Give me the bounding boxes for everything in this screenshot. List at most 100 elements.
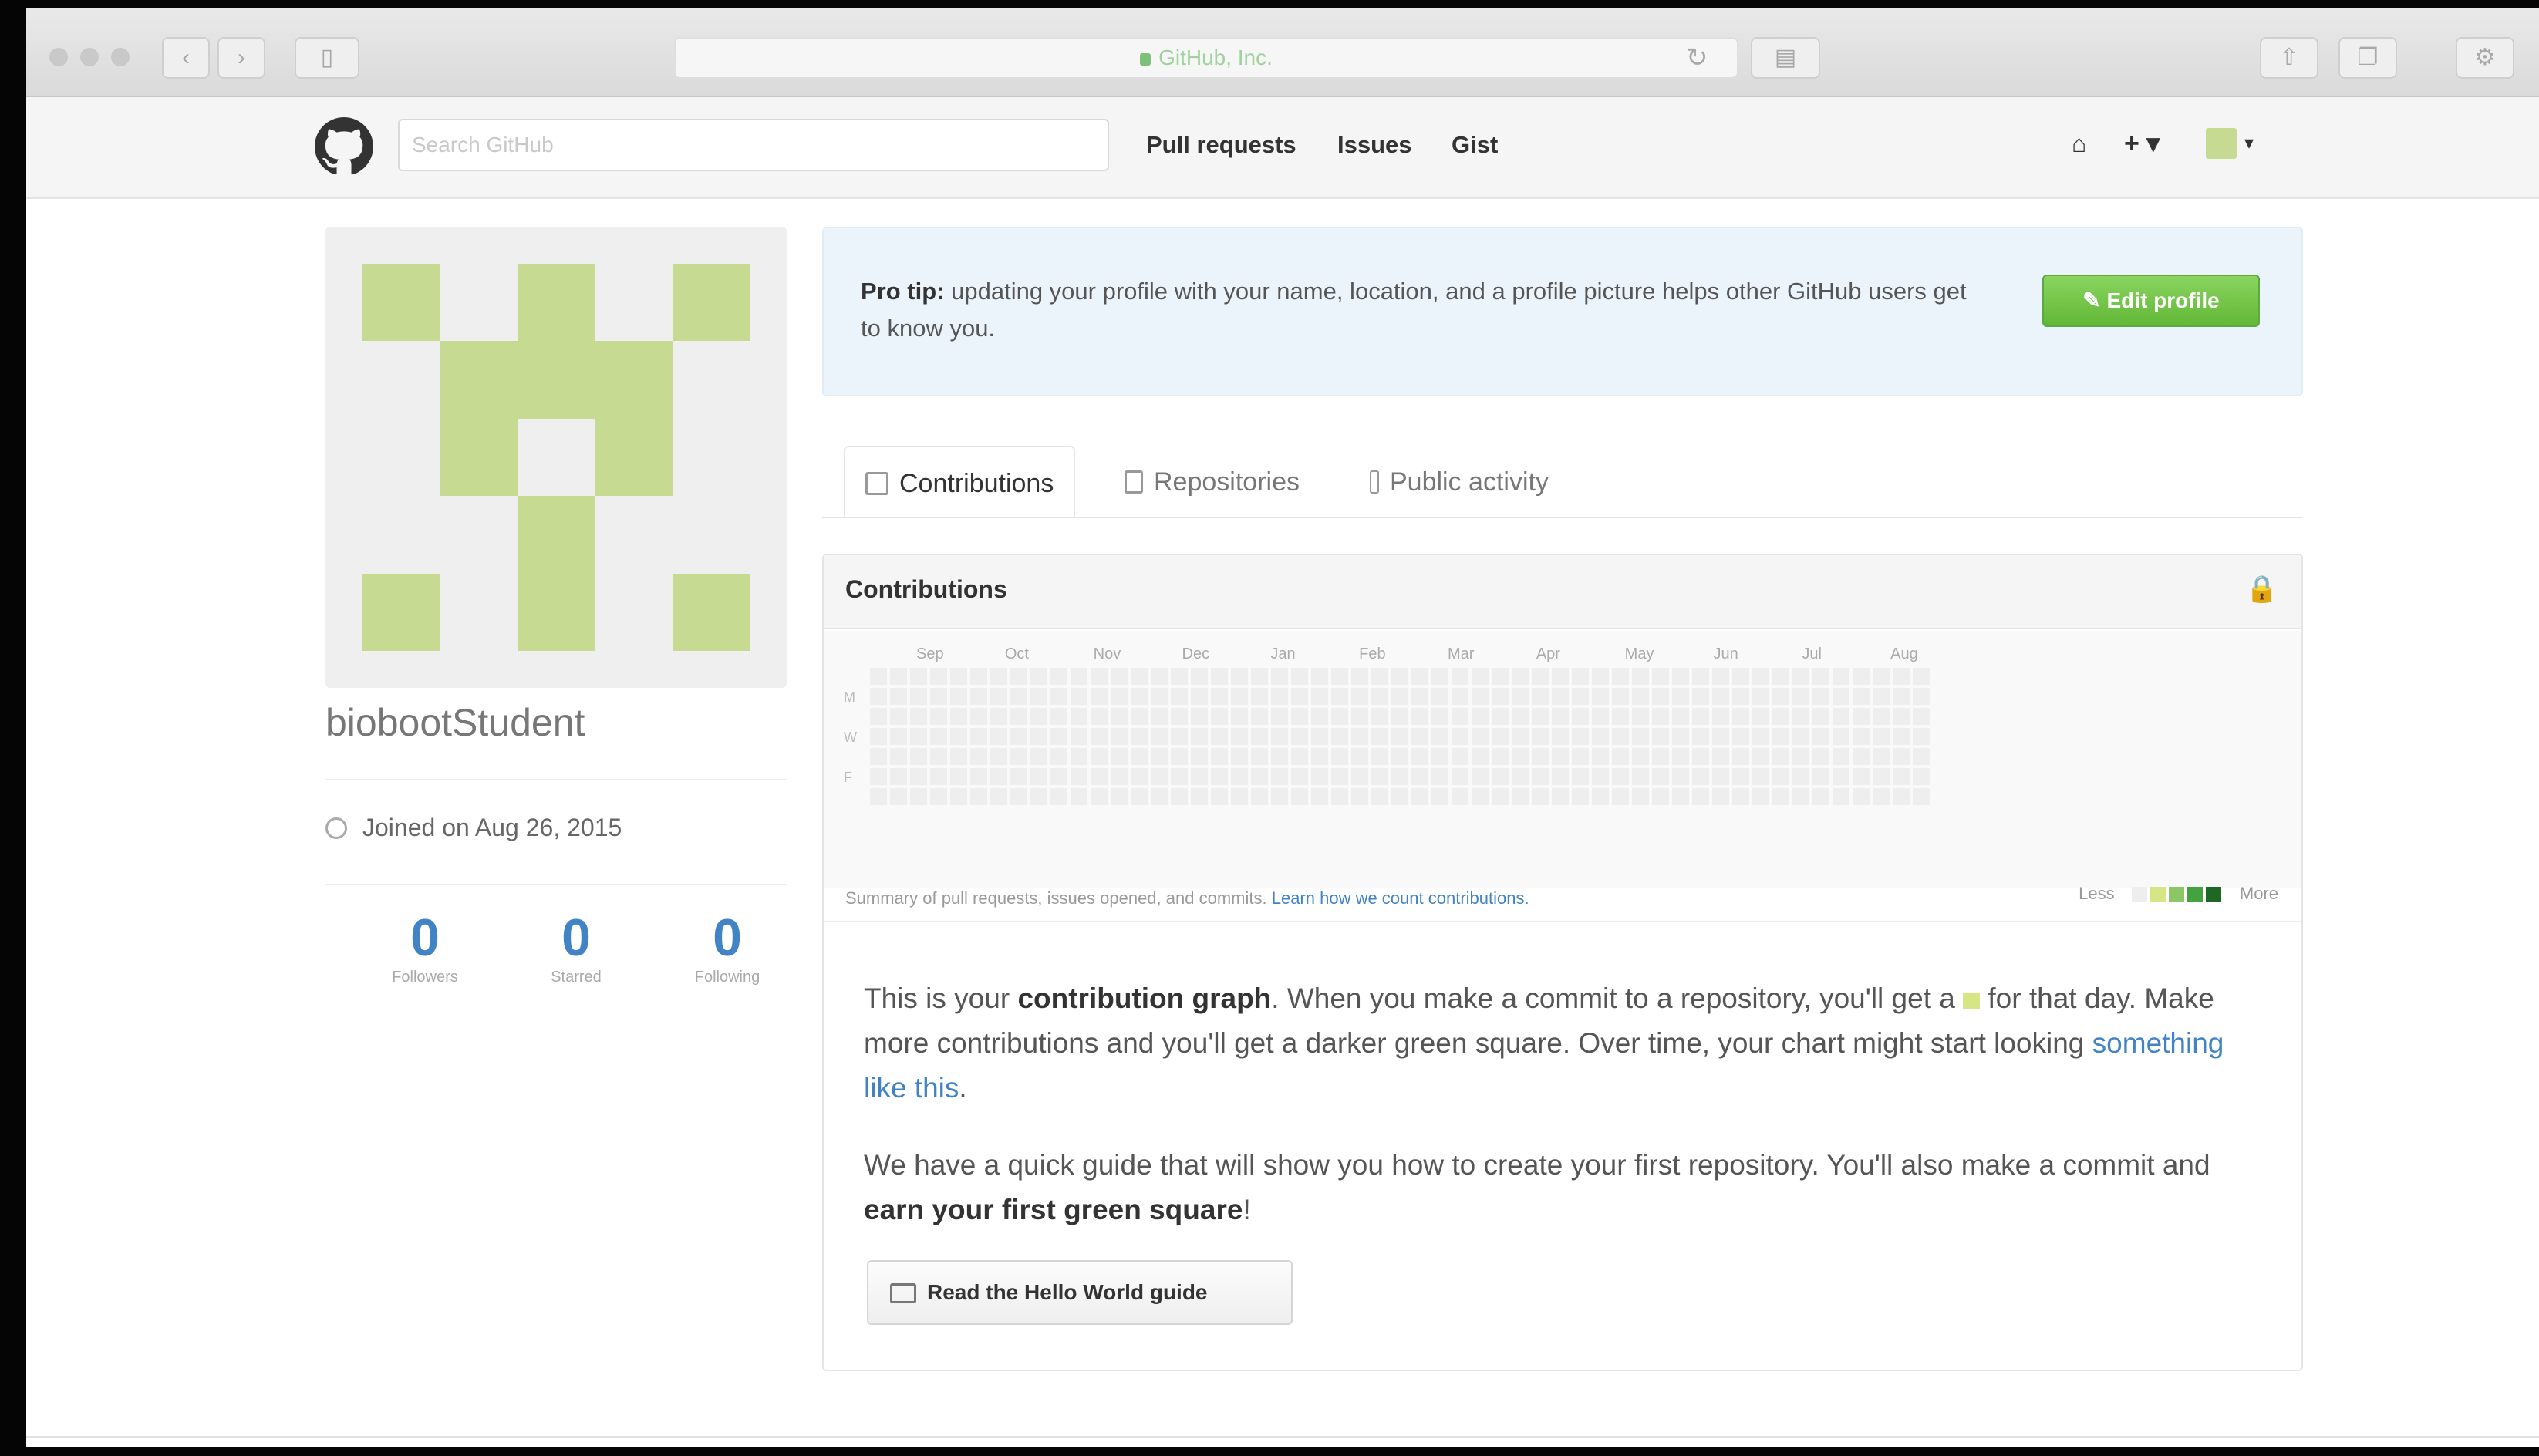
contribution-day[interactable] <box>990 668 1007 685</box>
contribution-day[interactable] <box>1331 728 1348 745</box>
contribution-day[interactable] <box>1111 748 1128 765</box>
contribution-day[interactable] <box>1652 728 1669 745</box>
contribution-day[interactable] <box>930 768 947 785</box>
contribution-day[interactable] <box>1251 748 1268 765</box>
contribution-day[interactable] <box>1873 708 1890 725</box>
contribution-day[interactable] <box>930 728 947 745</box>
contribution-day[interactable] <box>1772 768 1789 785</box>
contribution-day[interactable] <box>1752 728 1769 745</box>
contribution-day[interactable] <box>1913 768 1930 785</box>
contribution-day[interactable] <box>1171 688 1188 705</box>
contribution-day[interactable] <box>1532 748 1549 765</box>
contribution-day[interactable] <box>1532 688 1549 705</box>
contribution-day[interactable] <box>1071 668 1087 685</box>
contribution-day[interactable] <box>1091 788 1108 805</box>
following-stat[interactable]: 0 Following <box>669 910 785 986</box>
contribution-day[interactable] <box>1472 748 1489 765</box>
contribution-day[interactable] <box>1091 768 1108 785</box>
contribution-day[interactable] <box>1833 688 1849 705</box>
contribution-day[interactable] <box>1552 748 1569 765</box>
contribution-day[interactable] <box>930 708 947 725</box>
contribution-day[interactable] <box>1913 728 1930 745</box>
contribution-day[interactable] <box>930 788 947 805</box>
contribution-day[interactable] <box>1311 748 1328 765</box>
nav-pull-requests[interactable]: Pull requests <box>1146 131 1296 159</box>
contribution-day[interactable] <box>1171 788 1188 805</box>
contribution-day[interactable] <box>1672 668 1689 685</box>
contribution-day[interactable] <box>1371 728 1388 745</box>
contribution-day[interactable] <box>870 668 887 685</box>
contribution-day[interactable] <box>1913 668 1930 685</box>
contribution-day[interactable] <box>1592 708 1609 725</box>
contribution-day[interactable] <box>1812 728 1829 745</box>
contribution-day[interactable] <box>910 708 927 725</box>
contribution-day[interactable] <box>1512 728 1529 745</box>
contribution-day[interactable] <box>990 728 1007 745</box>
contribution-day[interactable] <box>1291 748 1308 765</box>
contribution-day[interactable] <box>1632 708 1649 725</box>
contribution-day[interactable] <box>1050 748 1067 765</box>
contribution-day[interactable] <box>1472 768 1489 785</box>
contribution-day[interactable] <box>1251 668 1268 685</box>
contribution-day[interactable] <box>1572 688 1589 705</box>
contribution-day[interactable] <box>1732 688 1749 705</box>
contribution-day[interactable] <box>1812 688 1829 705</box>
contribution-day[interactable] <box>1050 688 1067 705</box>
contribution-day[interactable] <box>1572 788 1589 805</box>
contribution-day[interactable] <box>1411 668 1428 685</box>
followers-stat[interactable]: 0 Followers <box>367 910 483 986</box>
contribution-day[interactable] <box>1351 668 1368 685</box>
contribution-day[interactable] <box>1271 728 1288 745</box>
contribution-day[interactable] <box>1071 708 1087 725</box>
contribution-day[interactable] <box>1191 788 1208 805</box>
contribution-day[interactable] <box>870 748 887 765</box>
contribution-day[interactable] <box>1632 668 1649 685</box>
contribution-day[interactable] <box>1592 668 1609 685</box>
contribution-day[interactable] <box>1492 768 1509 785</box>
contribution-day[interactable] <box>1472 728 1489 745</box>
contribution-day[interactable] <box>1452 688 1468 705</box>
contribution-day[interactable] <box>1151 768 1168 785</box>
contribution-day[interactable] <box>1652 788 1669 805</box>
contribution-day[interactable] <box>1873 688 1890 705</box>
contribution-day[interactable] <box>1311 788 1328 805</box>
contribution-day[interactable] <box>910 728 927 745</box>
contribution-day[interactable] <box>1231 788 1248 805</box>
contribution-day[interactable] <box>1311 688 1328 705</box>
contribution-day[interactable] <box>1431 728 1448 745</box>
contribution-day[interactable] <box>1712 788 1729 805</box>
user-menu-caret-icon[interactable]: ▾ <box>2244 128 2254 159</box>
contribution-day[interactable] <box>1492 788 1509 805</box>
contribution-day[interactable] <box>1151 728 1168 745</box>
contribution-day[interactable] <box>1351 708 1368 725</box>
contribution-day[interactable] <box>950 728 967 745</box>
contribution-day[interactable] <box>870 768 887 785</box>
contribution-day[interactable] <box>1672 708 1689 725</box>
contribution-day[interactable] <box>1532 768 1549 785</box>
contribution-day[interactable] <box>1091 708 1108 725</box>
contribution-day[interactable] <box>1071 688 1087 705</box>
settings-gear-icon[interactable]: ⚙ <box>2456 37 2514 79</box>
contribution-day[interactable] <box>1652 768 1669 785</box>
contribution-day[interactable] <box>1853 708 1870 725</box>
contribution-day[interactable] <box>1672 748 1689 765</box>
contribution-day[interactable] <box>1071 768 1087 785</box>
contribution-day[interactable] <box>1692 688 1709 705</box>
contribution-day[interactable] <box>1191 748 1208 765</box>
contribution-day[interactable] <box>870 688 887 705</box>
contribution-day[interactable] <box>950 688 967 705</box>
contribution-day[interactable] <box>1371 748 1388 765</box>
contribution-day[interactable] <box>1311 668 1328 685</box>
contribution-day[interactable] <box>1853 768 1870 785</box>
contribution-day[interactable] <box>1431 768 1448 785</box>
contribution-day[interactable] <box>1532 728 1549 745</box>
contribution-day[interactable] <box>1391 708 1408 725</box>
contribution-day[interactable] <box>1231 668 1248 685</box>
contribution-day[interactable] <box>1732 668 1749 685</box>
contribution-day[interactable] <box>1391 728 1408 745</box>
contribution-day[interactable] <box>1672 688 1689 705</box>
contribution-day[interactable] <box>1431 688 1448 705</box>
contribution-day[interactable] <box>1111 668 1128 685</box>
contribution-day[interactable] <box>1732 708 1749 725</box>
contribution-day[interactable] <box>1151 708 1168 725</box>
